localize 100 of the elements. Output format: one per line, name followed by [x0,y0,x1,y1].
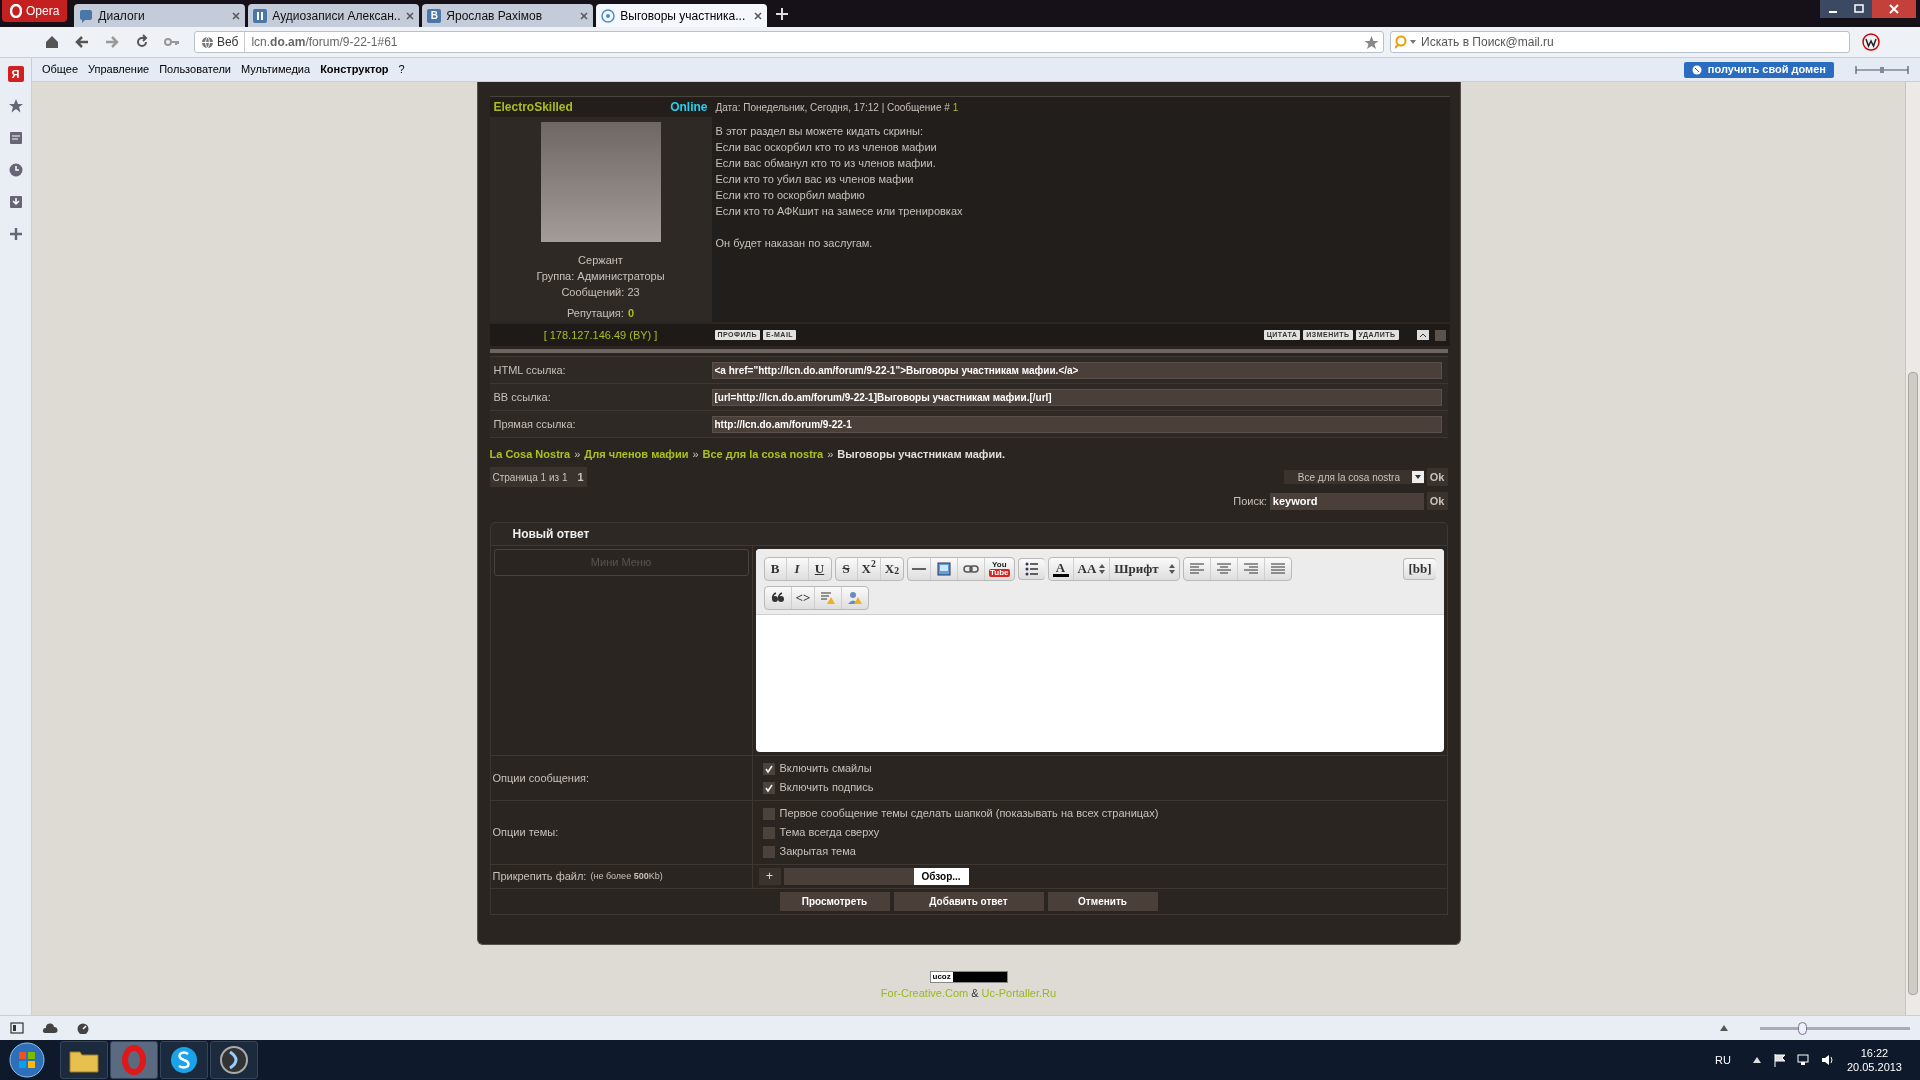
star-icon[interactable] [7,98,24,114]
online-status: Online [670,99,708,116]
network-icon[interactable] [1796,1053,1811,1067]
menu-item[interactable]: Конструктор [320,61,389,78]
minimize-icon[interactable] [1820,0,1846,18]
domain-button[interactable]: получить свой домен [1683,61,1834,78]
new-tab-plus-icon[interactable] [776,7,789,20]
home-icon[interactable] [44,34,60,50]
toolbar-button[interactable] [1017,558,1045,580]
zoom-slider-icon[interactable] [1854,63,1910,76]
form-button[interactable]: Добавить ответ [893,892,1044,911]
toolbar-button[interactable]: [bb] [1403,558,1436,580]
browser-tab[interactable]: В Ярослав Рахімов [422,4,594,27]
plus-icon[interactable] [7,226,24,242]
action-center-flag-icon[interactable] [1772,1053,1787,1067]
tray-expand-icon[interactable] [1752,1057,1761,1063]
yandex-panel-icon[interactable]: Я [7,66,24,82]
browser-tab[interactable]: Выговоры участника... [596,4,768,27]
reputation-value: 0 [627,306,634,321]
breadcrumb-link[interactable]: Для членов мафии [584,445,689,463]
link-code-field[interactable]: [url=http://lcn.do.am/forum/9-22-1]Выговоры участникам мафии.[/url] [711,388,1442,406]
font-family-select[interactable]: Шрифт [1110,558,1179,580]
link-code-field[interactable]: <a href="http://lcn.do.am/forum/9-22-1">Выговоры участникам мафии.</a> [711,361,1442,379]
breadcrumb-current: Выговоры участникам мафии. [837,446,1005,462]
toolbar-button[interactable]: S [835,558,858,580]
language-indicator[interactable]: RU [1715,1051,1731,1069]
reload-icon[interactable] [134,34,150,50]
panel-toggle-icon[interactable] [10,1022,24,1034]
close-icon[interactable] [1872,0,1916,18]
video-embed-button[interactable]: You Tube [985,558,1014,580]
menu-item[interactable]: Пользователи [159,61,231,78]
address-field[interactable]: Веб lcn.do.am/forum/9-22-1#61 [194,31,1384,53]
menu-item[interactable]: Управление [88,61,150,78]
scroll-up-icon[interactable] [1416,330,1429,340]
form-button[interactable]: Отменить [1047,892,1158,911]
checkbox[interactable] [762,762,775,775]
message-line: Если кто то оскорбил мафию [715,188,866,203]
post-number-link[interactable]: 1 [952,99,959,115]
toolbar-button[interactable]: X$_{2}$ [880,558,904,580]
updown-caret-icon [1099,564,1106,574]
breadcrumb-link[interactable]: La Cosa Nostra [489,445,571,463]
image-icon [935,560,954,578]
checkbox[interactable] [762,807,775,820]
browse-button[interactable]: Обзор... [913,868,969,885]
link-code-field[interactable]: http://lcn.do.am/forum/9-22-1 [711,415,1442,433]
menu-item[interactable]: Общее [42,61,79,78]
zoom-slider[interactable] [1760,1021,1910,1035]
up-caret-icon[interactable] [1720,1025,1728,1031]
checkbox[interactable] [762,826,775,839]
search-field[interactable]: Искать в Поиск@mail.ru [1421,33,1845,51]
speedometer-icon[interactable] [76,1022,90,1034]
post-select-checkbox[interactable] [1434,329,1446,341]
message-line: Если вас обманул кто то из членов мафии. [715,156,937,171]
font-size-select[interactable]: AA [1073,558,1111,580]
clock[interactable]: 16:22 20.05.2013 [1846,1046,1902,1074]
notes-icon[interactable] [7,130,24,146]
breadcrumb-link[interactable]: Все для la cosa nostra [702,445,824,463]
forum-search-field[interactable]: keyword [1269,492,1424,510]
toolbar-button[interactable]: I [786,558,809,580]
tab-title: Аудиозаписи Алексан... [272,7,402,25]
toolbar-button[interactable]: <> [791,587,816,609]
text-color-button[interactable]: A [1048,558,1074,580]
volume-icon[interactable] [1820,1053,1835,1067]
scrollbar-thumb[interactable] [1908,372,1918,995]
tab-title: Выговоры участника... [620,7,747,25]
close-icon[interactable] [232,11,241,20]
checkbox[interactable] [762,845,775,858]
close-icon[interactable] [580,11,589,20]
browser-tab[interactable]: Диалоги [74,4,246,27]
bookmark-star-icon[interactable] [1364,34,1379,50]
opera-menu-button[interactable]: Opera [2,0,68,22]
forum-jump-select[interactable]: Все для la cosa nostra [1283,470,1424,484]
ok-button[interactable]: Ok [1426,468,1448,486]
dropdown-caret-icon [1411,471,1424,483]
pause-icon [253,8,268,23]
ok-button[interactable]: Ok [1426,492,1448,510]
close-icon[interactable] [754,11,763,20]
form-button[interactable]: Просмотреть [779,892,890,911]
menu-item[interactable]: ? [398,61,405,78]
clock-icon[interactable] [7,162,24,178]
menu-item[interactable]: Мультимедиа [241,61,311,78]
browser-tab[interactable]: Аудиозаписи Алексан... [248,4,420,27]
checkbox[interactable] [762,781,775,794]
zoom-slider-thumb[interactable] [1798,1021,1808,1035]
add-file-button[interactable]: + [758,868,781,885]
tab-title: Ярослав Рахімов [446,7,543,25]
post-meta: Дата: Понедельник, Сегодня, 17:12 | Сообщение # [715,100,950,115]
start-button-icon[interactable] [8,1041,46,1079]
toolbar-button[interactable]: B [764,558,787,580]
close-icon[interactable] [406,11,415,20]
download-icon[interactable] [7,194,24,210]
toolbar-button[interactable]: U [808,558,831,580]
ucoz-badge[interactable]: ucoz [930,972,953,982]
toolbar-button[interactable]: X$^{2}$ [857,558,881,580]
cloud-icon[interactable] [42,1022,58,1034]
section-title: Новый ответ [512,526,590,543]
extension-logo-icon[interactable] [1862,33,1880,51]
maximize-icon[interactable] [1846,0,1872,18]
search-bar[interactable]: Искать в Поиск@mail.ru [1390,31,1850,53]
back-arrow-icon[interactable] [74,34,90,50]
